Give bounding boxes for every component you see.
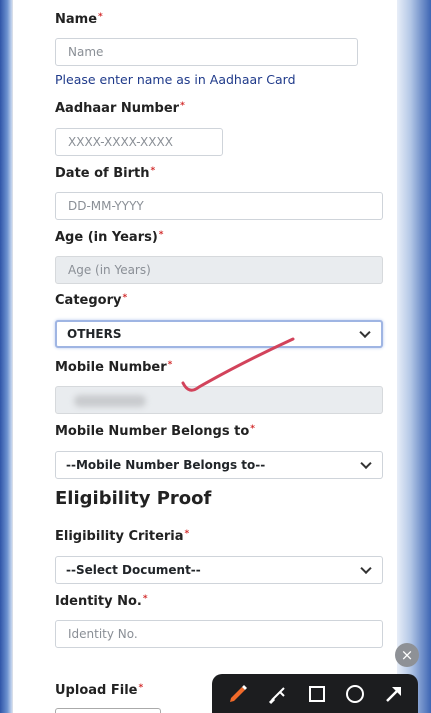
dob-input-placeholder: DD-MM-YYYY: [68, 199, 144, 213]
mobile-label: Mobile Number*: [55, 360, 173, 375]
aadhaar-label: Aadhaar Number*: [55, 101, 185, 116]
required-mark: *: [150, 166, 156, 176]
chevron-down-icon: [359, 326, 371, 339]
pen-icon[interactable]: [226, 682, 250, 706]
required-mark: *: [250, 424, 255, 434]
required-mark: *: [98, 12, 103, 22]
age-input-placeholder: Age (in Years): [68, 263, 151, 277]
redacted-mobile-number: [74, 395, 146, 407]
aadhaar-input[interactable]: XXXX-XXXX-XXXX: [55, 128, 223, 156]
name-input[interactable]: Name: [55, 38, 358, 66]
dob-input[interactable]: DD-MM-YYYY: [55, 192, 383, 220]
circle-icon[interactable]: [343, 682, 367, 706]
category-selected-value: OTHERS: [67, 327, 122, 341]
age-input: Age (in Years): [55, 256, 383, 284]
mobile-belongs-select[interactable]: --Mobile Number Belongs to--: [55, 451, 383, 479]
eligibility-heading: Eligibility Proof: [55, 488, 212, 509]
required-mark: *: [167, 360, 173, 370]
highlighter-icon[interactable]: [266, 682, 290, 706]
required-mark: *: [142, 594, 148, 604]
mobile-belongs-selected-value: --Mobile Number Belongs to--: [66, 458, 266, 472]
eligibility-criteria-label: Eligibility Criteria*: [55, 529, 190, 544]
mobile-belongs-label: Mobile Number Belongs to*: [55, 424, 255, 439]
registration-form: Name* Name Please enter name as in Aadha…: [12, 0, 397, 713]
identity-input[interactable]: Identity No.: [55, 620, 383, 648]
identity-label: Identity No.*: [55, 594, 148, 609]
identity-input-placeholder: Identity No.: [68, 627, 138, 641]
window-frame-left: [0, 0, 12, 713]
window-frame-right: [397, 0, 431, 713]
upload-file-input[interactable]: [55, 708, 161, 713]
required-mark: *: [180, 101, 185, 111]
required-mark: *: [138, 683, 144, 693]
required-mark: *: [184, 529, 190, 539]
required-mark: *: [122, 293, 128, 303]
name-label: Name*: [55, 12, 103, 27]
name-input-placeholder: Name: [68, 45, 104, 59]
name-hint: Please enter name as in Aadhaar Card: [55, 72, 296, 87]
chevron-down-icon: [360, 457, 372, 470]
upload-file-label: Upload File*: [55, 683, 144, 698]
arrow-icon[interactable]: [382, 682, 406, 706]
aadhaar-input-placeholder: XXXX-XXXX-XXXX: [68, 135, 173, 149]
annotation-toolbar: [212, 674, 418, 713]
rectangle-icon[interactable]: [305, 682, 329, 706]
checkmark-annotation-icon: [181, 337, 295, 392]
close-overlay-button[interactable]: ×: [395, 643, 419, 667]
required-mark: *: [158, 230, 164, 240]
age-label: Age (in Years)*: [55, 230, 164, 245]
chevron-down-icon: [360, 562, 372, 575]
dob-label: Date of Birth*: [55, 166, 156, 181]
eligibility-criteria-select[interactable]: --Select Document--: [55, 556, 383, 584]
category-label: Category*: [55, 293, 128, 308]
eligibility-criteria-selected-value: --Select Document--: [66, 563, 201, 577]
